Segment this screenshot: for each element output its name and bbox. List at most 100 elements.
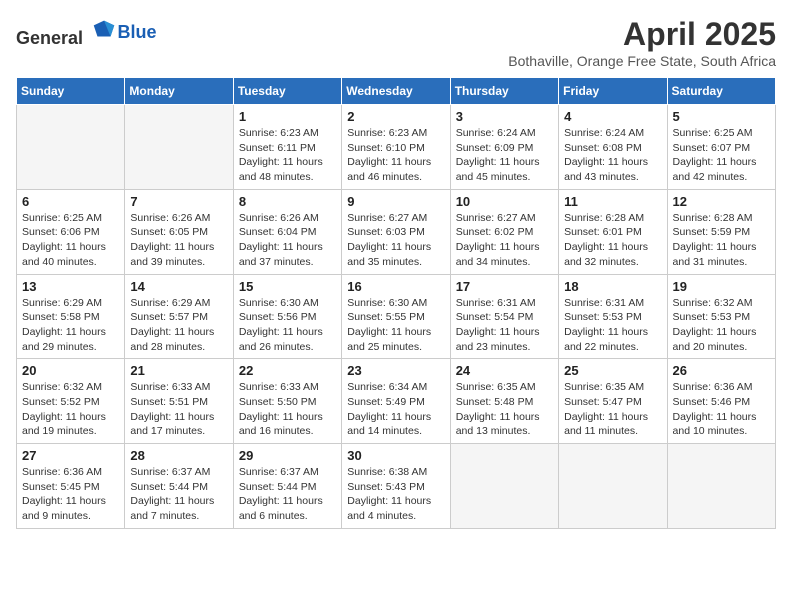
calendar-cell: 26Sunrise: 6:36 AM Sunset: 5:46 PM Dayli… (667, 359, 775, 444)
day-number: 23 (347, 363, 444, 378)
day-info: Sunrise: 6:29 AM Sunset: 5:58 PM Dayligh… (22, 296, 119, 355)
day-number: 15 (239, 279, 336, 294)
day-number: 8 (239, 194, 336, 209)
calendar-cell: 21 Sunrise: 6:33 AM Sunset: 5:51 PM Dayli… (125, 359, 233, 444)
calendar-cell: 27 Sunrise: 6:36 AM Sunset: 5:45 PM Dayli… (17, 444, 125, 529)
day-info: Sunrise: 6:37 AM Sunset: 5:44 PM Dayligh… (130, 465, 227, 524)
day-info: Sunrise: 6:38 AM Sunset: 5:43 PM Dayligh… (347, 465, 444, 524)
day-number: 10 (456, 194, 553, 209)
calendar-cell: 29 Sunrise: 6:37 AM Sunset: 5:44 PM Dayli… (233, 444, 341, 529)
calendar-table: SundayMondayTuesdayWednesdayThursdayFrid… (16, 77, 776, 529)
day-number: 11 (564, 194, 661, 209)
logo: General Blue (16, 16, 157, 49)
day-info: Sunrise: 6:23 AM Sunset: 6:10 PM Dayligh… (347, 126, 444, 185)
calendar-cell: 6 Sunrise: 6:25 AM Sunset: 6:06 PM Daylig… (17, 189, 125, 274)
day-info: Sunrise: 6:32 AM Sunset: 5:53 PM Dayligh… (673, 296, 770, 355)
day-number: 19 (673, 279, 770, 294)
day-info: Sunrise: 6:28 AM Sunset: 5:59 PM Dayligh… (673, 211, 770, 270)
location-title: Bothaville, Orange Free State, South Afr… (508, 53, 776, 69)
day-info: Sunrise: 6:28 AM Sunset: 6:01 PM Dayligh… (564, 211, 661, 270)
day-info: Sunrise: 6:31 AM Sunset: 5:53 PM Dayligh… (564, 296, 661, 355)
day-info: Sunrise: 6:34 AM Sunset: 5:49 PM Dayligh… (347, 380, 444, 439)
calendar-cell: 13 Sunrise: 6:29 AM Sunset: 5:58 PM Dayli… (17, 274, 125, 359)
title-area: April 2025 Bothaville, Orange Free State… (508, 16, 776, 69)
day-info: Sunrise: 6:29 AM Sunset: 5:57 PM Dayligh… (130, 296, 227, 355)
week-row-4: 27 Sunrise: 6:36 AM Sunset: 5:45 PM Dayli… (17, 444, 776, 529)
weekday-header-tuesday: Tuesday (233, 78, 341, 105)
weekday-header-wednesday: Wednesday (342, 78, 450, 105)
weekday-header-saturday: Saturday (667, 78, 775, 105)
day-number: 28 (130, 448, 227, 463)
day-number: 18 (564, 279, 661, 294)
header: General Blue April 2025 Bothaville, Oran… (16, 16, 776, 69)
calendar-cell: 15 Sunrise: 6:30 AM Sunset: 5:56 PM Dayli… (233, 274, 341, 359)
day-number: 12 (673, 194, 770, 209)
calendar-cell: 25Sunrise: 6:35 AM Sunset: 5:47 PM Dayli… (559, 359, 667, 444)
day-number: 25 (564, 363, 661, 378)
day-number: 6 (22, 194, 119, 209)
calendar-cell: 30Sunrise: 6:38 AM Sunset: 5:43 PM Dayli… (342, 444, 450, 529)
day-info: Sunrise: 6:37 AM Sunset: 5:44 PM Dayligh… (239, 465, 336, 524)
calendar-cell: 23 Sunrise: 6:34 AM Sunset: 5:49 PM Dayli… (342, 359, 450, 444)
day-info: Sunrise: 6:31 AM Sunset: 5:54 PM Dayligh… (456, 296, 553, 355)
calendar-cell: 12 Sunrise: 6:28 AM Sunset: 5:59 PM Dayli… (667, 189, 775, 274)
day-number: 24 (456, 363, 553, 378)
calendar-cell: 2 Sunrise: 6:23 AM Sunset: 6:10 PM Daylig… (342, 105, 450, 190)
day-number: 29 (239, 448, 336, 463)
day-info: Sunrise: 6:27 AM Sunset: 6:03 PM Dayligh… (347, 211, 444, 270)
day-number: 21 (130, 363, 227, 378)
day-info: Sunrise: 6:33 AM Sunset: 5:50 PM Dayligh… (239, 380, 336, 439)
day-info: Sunrise: 6:36 AM Sunset: 5:46 PM Dayligh… (673, 380, 770, 439)
day-info: Sunrise: 6:33 AM Sunset: 5:51 PM Dayligh… (130, 380, 227, 439)
day-info: Sunrise: 6:26 AM Sunset: 6:05 PM Dayligh… (130, 211, 227, 270)
weekday-header-thursday: Thursday (450, 78, 558, 105)
day-info: Sunrise: 6:27 AM Sunset: 6:02 PM Dayligh… (456, 211, 553, 270)
logo-text-blue: Blue (118, 22, 157, 42)
calendar-cell (17, 105, 125, 190)
day-number: 2 (347, 109, 444, 124)
day-info: Sunrise: 6:30 AM Sunset: 5:55 PM Dayligh… (347, 296, 444, 355)
day-number: 9 (347, 194, 444, 209)
calendar-cell (559, 444, 667, 529)
week-row-1: 6 Sunrise: 6:25 AM Sunset: 6:06 PM Daylig… (17, 189, 776, 274)
weekday-header-friday: Friday (559, 78, 667, 105)
day-info: Sunrise: 6:25 AM Sunset: 6:06 PM Dayligh… (22, 211, 119, 270)
calendar-cell: 4Sunrise: 6:24 AM Sunset: 6:08 PM Daylig… (559, 105, 667, 190)
calendar-cell: 7 Sunrise: 6:26 AM Sunset: 6:05 PM Daylig… (125, 189, 233, 274)
weekday-header-sunday: Sunday (17, 78, 125, 105)
day-number: 27 (22, 448, 119, 463)
calendar-cell (667, 444, 775, 529)
calendar-cell: 16 Sunrise: 6:30 AM Sunset: 5:55 PM Dayli… (342, 274, 450, 359)
day-number: 5 (673, 109, 770, 124)
day-info: Sunrise: 6:26 AM Sunset: 6:04 PM Dayligh… (239, 211, 336, 270)
calendar-cell: 18 Sunrise: 6:31 AM Sunset: 5:53 PM Dayli… (559, 274, 667, 359)
calendar-cell (450, 444, 558, 529)
day-number: 17 (456, 279, 553, 294)
logo-text-general: General (16, 28, 83, 48)
calendar-cell: 5 Sunrise: 6:25 AM Sunset: 6:07 PM Daylig… (667, 105, 775, 190)
day-info: Sunrise: 6:36 AM Sunset: 5:45 PM Dayligh… (22, 465, 119, 524)
calendar-cell: 9 Sunrise: 6:27 AM Sunset: 6:03 PM Daylig… (342, 189, 450, 274)
day-number: 4 (564, 109, 661, 124)
calendar-cell: 14 Sunrise: 6:29 AM Sunset: 5:57 PM Dayli… (125, 274, 233, 359)
calendar-cell: 3Sunrise: 6:24 AM Sunset: 6:09 PM Daylig… (450, 105, 558, 190)
day-info: Sunrise: 6:30 AM Sunset: 5:56 PM Dayligh… (239, 296, 336, 355)
weekday-header-monday: Monday (125, 78, 233, 105)
day-number: 22 (239, 363, 336, 378)
calendar-cell: 19 Sunrise: 6:32 AM Sunset: 5:53 PM Dayli… (667, 274, 775, 359)
calendar-cell: 24Sunrise: 6:35 AM Sunset: 5:48 PM Dayli… (450, 359, 558, 444)
weekday-header-row: SundayMondayTuesdayWednesdayThursdayFrid… (17, 78, 776, 105)
calendar-cell: 28 Sunrise: 6:37 AM Sunset: 5:44 PM Dayli… (125, 444, 233, 529)
calendar-cell: 11 Sunrise: 6:28 AM Sunset: 6:01 PM Dayli… (559, 189, 667, 274)
day-info: Sunrise: 6:23 AM Sunset: 6:11 PM Dayligh… (239, 126, 336, 185)
calendar-cell: 17 Sunrise: 6:31 AM Sunset: 5:54 PM Dayli… (450, 274, 558, 359)
week-row-3: 20Sunrise: 6:32 AM Sunset: 5:52 PM Dayli… (17, 359, 776, 444)
day-number: 7 (130, 194, 227, 209)
week-row-2: 13 Sunrise: 6:29 AM Sunset: 5:58 PM Dayli… (17, 274, 776, 359)
day-number: 14 (130, 279, 227, 294)
day-number: 16 (347, 279, 444, 294)
day-info: Sunrise: 6:24 AM Sunset: 6:09 PM Dayligh… (456, 126, 553, 185)
day-number: 13 (22, 279, 119, 294)
calendar-cell: 8 Sunrise: 6:26 AM Sunset: 6:04 PM Daylig… (233, 189, 341, 274)
day-info: Sunrise: 6:25 AM Sunset: 6:07 PM Dayligh… (673, 126, 770, 185)
